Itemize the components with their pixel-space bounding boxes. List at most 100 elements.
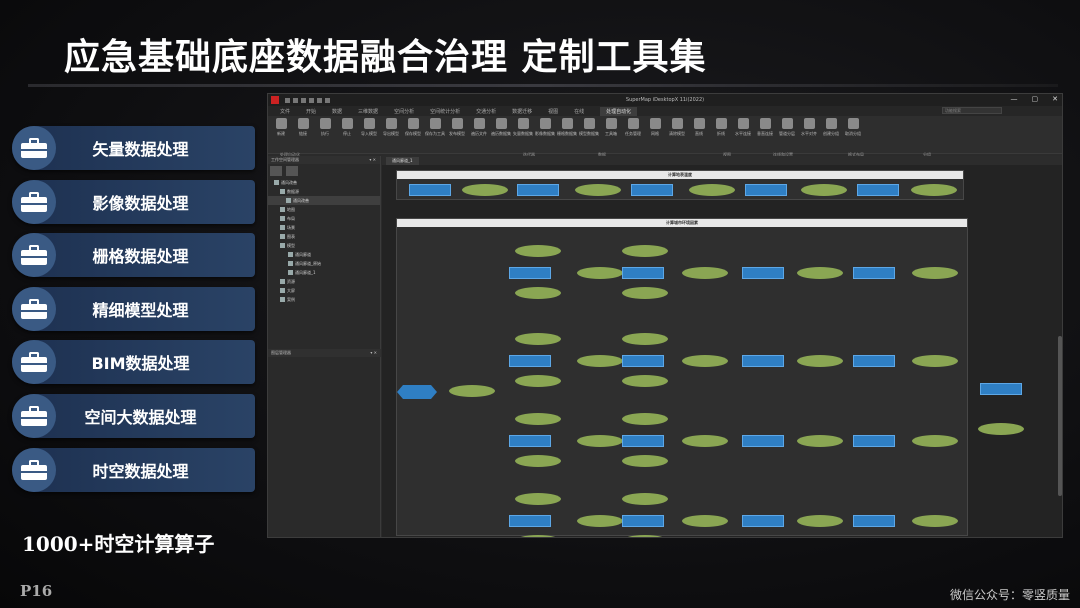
ribbon-button[interactable]: 影像数据集 <box>535 118 555 137</box>
process-node[interactable] <box>742 435 784 447</box>
ribbon-button[interactable]: 水平对齐 <box>800 118 818 137</box>
data-node[interactable] <box>515 287 561 299</box>
data-node[interactable] <box>682 515 728 527</box>
process-node[interactable] <box>622 515 664 527</box>
ribbon-button[interactable]: 工具箱 <box>602 118 620 137</box>
ribbon-button[interactable]: 栅格数据集 <box>557 118 577 137</box>
side-button[interactable]: 精细模型处理 <box>12 287 255 331</box>
ribbon-button[interactable]: 矢量数据集 <box>513 118 533 137</box>
data-node[interactable] <box>689 184 735 196</box>
side-button[interactable]: 空间大数据处理 <box>12 394 255 438</box>
data-node[interactable] <box>515 493 561 505</box>
settings-icon[interactable] <box>325 97 330 103</box>
canvas-scrollbar[interactable] <box>1058 336 1062 496</box>
data-node[interactable] <box>797 267 843 279</box>
menu-item[interactable]: 文件 <box>280 108 290 115</box>
data-node[interactable] <box>682 435 728 447</box>
layer-tool-icon[interactable] <box>286 166 298 176</box>
redo-icon[interactable] <box>309 97 314 103</box>
tree-item[interactable]: 场景 <box>268 223 380 232</box>
process-node[interactable] <box>742 515 784 527</box>
tree-item[interactable]: 通风廊道_1 <box>268 268 380 277</box>
data-node[interactable] <box>622 287 668 299</box>
tree-item[interactable]: 资源 <box>268 277 380 286</box>
data-node[interactable] <box>912 267 958 279</box>
data-node[interactable] <box>577 515 623 527</box>
process-node[interactable] <box>742 355 784 367</box>
search-input[interactable]: 功能搜索 <box>942 107 1002 114</box>
ribbon-button[interactable]: 创建分组 <box>822 118 840 137</box>
ribbon-button[interactable]: 执行 <box>316 118 334 137</box>
tree-item[interactable]: 大屏 <box>268 286 380 295</box>
tree-item[interactable]: 模型 <box>268 241 380 250</box>
ribbon-button[interactable]: 导出模型 <box>382 118 400 137</box>
process-node[interactable] <box>509 515 551 527</box>
data-node[interactable] <box>622 535 668 537</box>
workspace-tool-icon[interactable] <box>270 166 282 176</box>
menu-item[interactable]: 数据 <box>332 108 342 115</box>
data-node[interactable] <box>515 333 561 345</box>
data-node[interactable] <box>575 184 621 196</box>
ribbon-button[interactable]: 新建 <box>272 118 290 137</box>
menu-item[interactable]: 开始 <box>306 108 316 115</box>
tree-item[interactable]: 布局 <box>268 214 380 223</box>
tree-item[interactable]: 地图 <box>268 205 380 214</box>
pin-icon[interactable]: ▾ ✕ <box>369 156 376 164</box>
data-node[interactable] <box>449 385 495 397</box>
data-node[interactable] <box>797 435 843 447</box>
ribbon-button[interactable]: 遍历文件 <box>470 118 488 137</box>
ribbon-button[interactable]: 垂直连接 <box>756 118 774 137</box>
process-node[interactable] <box>517 184 559 196</box>
process-node[interactable] <box>622 435 664 447</box>
model-canvas[interactable]: 通风廊道_1 计算地表温度 计算城市环境因素 <box>382 156 1062 537</box>
ribbon-button[interactable]: 网格 <box>646 118 664 137</box>
side-button[interactable]: BIM数据处理 <box>12 340 255 384</box>
data-node[interactable] <box>912 355 958 367</box>
maximize-icon[interactable]: ▢ <box>1032 95 1039 103</box>
data-node[interactable] <box>978 423 1024 435</box>
ribbon-button[interactable]: 管道分层 <box>778 118 796 137</box>
data-node[interactable] <box>682 267 728 279</box>
process-node[interactable] <box>745 184 787 196</box>
side-button[interactable]: 栅格数据处理 <box>12 233 255 277</box>
ribbon-button[interactable]: 停止 <box>338 118 356 137</box>
process-node[interactable] <box>853 267 895 279</box>
data-node[interactable] <box>622 413 668 425</box>
ribbon-button[interactable]: 发布模型 <box>448 118 466 137</box>
menu-item[interactable]: 数据迁移 <box>512 108 532 115</box>
process-node[interactable] <box>622 267 664 279</box>
data-node[interactable] <box>682 355 728 367</box>
data-node[interactable] <box>622 455 668 467</box>
data-node[interactable] <box>515 245 561 257</box>
side-button[interactable]: 矢量数据处理 <box>12 126 255 170</box>
data-node[interactable] <box>515 375 561 387</box>
menu-item[interactable]: 三维数据 <box>358 108 378 115</box>
ribbon-button[interactable]: 保存模型 <box>404 118 422 137</box>
data-node[interactable] <box>622 333 668 345</box>
tree-item[interactable]: 案例 <box>268 295 380 304</box>
process-node[interactable] <box>509 267 551 279</box>
ribbon-button[interactable]: 模型数据集 <box>579 118 599 137</box>
ribbon-button[interactable]: 取消分组 <box>844 118 862 137</box>
data-node[interactable] <box>462 184 508 196</box>
data-node[interactable] <box>797 515 843 527</box>
data-node[interactable] <box>577 267 623 279</box>
ribbon-button[interactable]: 链接 <box>294 118 312 137</box>
tab-model[interactable]: 通风廊道_1 <box>386 157 419 165</box>
process-node[interactable] <box>742 267 784 279</box>
undo-icon[interactable] <box>301 97 306 103</box>
ribbon-button[interactable]: 折线 <box>712 118 730 137</box>
close-icon[interactable]: ✕ <box>1052 95 1058 103</box>
menu-item[interactable]: 处理自动化 <box>600 106 638 116</box>
input-node[interactable] <box>397 385 437 399</box>
data-node[interactable] <box>515 413 561 425</box>
data-node[interactable] <box>801 184 847 196</box>
data-node[interactable] <box>515 535 561 537</box>
tree-item[interactable]: 通风改善 <box>268 178 380 187</box>
data-node[interactable] <box>912 435 958 447</box>
ribbon-button[interactable]: 保存为工具 <box>425 118 445 137</box>
data-node[interactable] <box>622 375 668 387</box>
side-button[interactable]: 影像数据处理 <box>12 180 255 224</box>
open-icon[interactable] <box>293 97 298 103</box>
process-node[interactable] <box>853 435 895 447</box>
